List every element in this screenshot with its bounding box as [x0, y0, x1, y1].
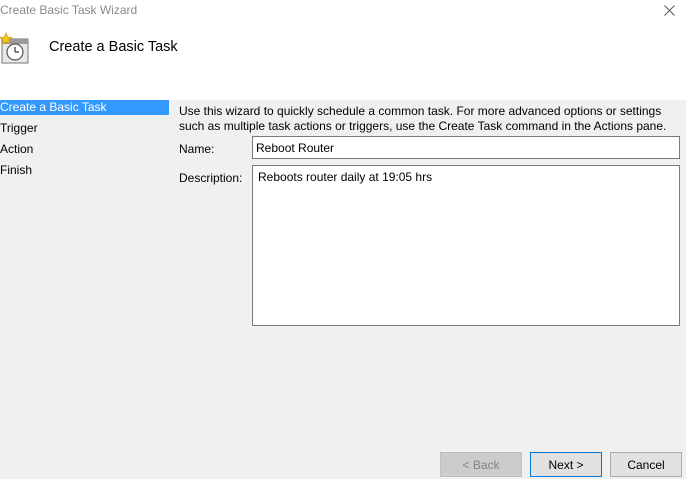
- close-icon: [663, 4, 675, 16]
- back-button[interactable]: < Back: [440, 452, 522, 477]
- title-bar: Create Basic Task Wizard: [0, 0, 686, 20]
- clock-star-icon: [0, 32, 29, 64]
- name-input[interactable]: [252, 136, 680, 159]
- intro-text: Use this wizard to quickly schedule a co…: [179, 104, 679, 134]
- wizard-steps-nav: Create a Basic Task Trigger Action Finis…: [0, 100, 169, 184]
- nav-step-action[interactable]: Action: [0, 142, 169, 157]
- nav-step-trigger[interactable]: Trigger: [0, 121, 169, 136]
- nav-step-create-basic-task[interactable]: Create a Basic Task: [0, 100, 169, 115]
- cancel-button[interactable]: Cancel: [610, 452, 682, 477]
- page-title: Create a Basic Task: [49, 39, 178, 55]
- window-title: Create Basic Task Wizard: [0, 3, 138, 17]
- name-label: Name:: [179, 142, 215, 156]
- intro-line-2: such as multiple task actions or trigger…: [179, 119, 667, 133]
- intro-line-1: Use this wizard to quickly schedule a co…: [179, 104, 662, 118]
- next-button[interactable]: Next >: [530, 452, 602, 477]
- description-label: Description:: [179, 171, 243, 185]
- wizard-header: Create a Basic Task: [0, 20, 686, 100]
- description-input[interactable]: Reboots router daily at 19:05 hrs: [252, 165, 680, 326]
- close-button[interactable]: [652, 0, 686, 20]
- nav-step-finish[interactable]: Finish: [0, 163, 169, 178]
